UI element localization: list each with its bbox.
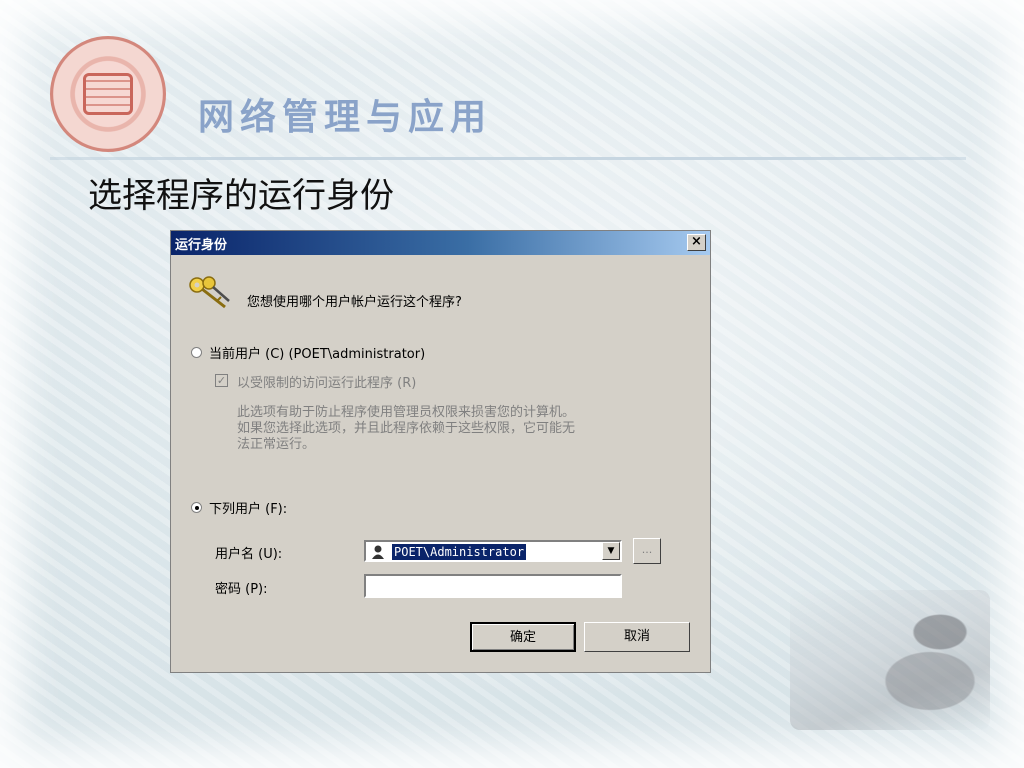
cancel-button[interactable]: 取消 bbox=[584, 622, 690, 652]
password-field[interactable] bbox=[364, 574, 622, 598]
password-label: 密码 (P): bbox=[215, 582, 268, 597]
current-user-label[interactable]: 当前用户 (C) (POET\administrator) bbox=[209, 343, 425, 362]
close-icon[interactable]: × bbox=[687, 234, 706, 251]
header-divider bbox=[50, 157, 966, 160]
decorative-photo bbox=[790, 590, 990, 730]
username-value: POET\Administrator bbox=[392, 544, 527, 560]
keys-icon bbox=[189, 276, 230, 309]
ok-button[interactable]: 确定 bbox=[470, 622, 576, 652]
browse-button[interactable]: ... bbox=[633, 538, 661, 564]
current-user-radio[interactable] bbox=[191, 347, 202, 358]
description-line: 此选项有助于防止程序使用管理员权限来损害您的计算机。 bbox=[237, 405, 576, 420]
restricted-access-checkbox[interactable]: ✓ bbox=[215, 374, 228, 387]
description-line: 法正常运行。 bbox=[237, 437, 316, 452]
restricted-access-description: 此选项有助于防止程序使用管理员权限来损害您的计算机。 如果您选择此选项，并且此程… bbox=[237, 405, 697, 453]
restricted-access-label: 以受限制的访问运行此程序 (R) bbox=[237, 376, 417, 391]
username-combobox[interactable]: POET\Administrator ▼ bbox=[364, 540, 622, 562]
dialog-titlebar[interactable]: 运行身份 × bbox=[171, 231, 710, 255]
user-icon bbox=[372, 545, 384, 559]
following-user-label[interactable]: 下列用户 (F): bbox=[209, 498, 287, 517]
username-label: 用户名 (U): bbox=[215, 547, 283, 562]
run-as-dialog: 运行身份 × 您想使用哪个用户帐户运行这个程序? 当前用户 (C) (POET\… bbox=[170, 230, 711, 673]
slide-heading: 选择程序的运行身份 bbox=[88, 176, 394, 216]
dialog-title: 运行身份 bbox=[175, 238, 228, 253]
dropdown-arrow-icon[interactable]: ▼ bbox=[602, 542, 620, 560]
course-title: 网络管理与应用 bbox=[198, 97, 493, 138]
university-seal-logo bbox=[50, 36, 166, 152]
dialog-question: 您想使用哪个用户帐户运行这个程序? bbox=[247, 295, 462, 310]
description-line: 如果您选择此选项，并且此程序依赖于这些权限，它可能无 bbox=[237, 421, 576, 436]
following-user-radio[interactable] bbox=[191, 502, 202, 513]
